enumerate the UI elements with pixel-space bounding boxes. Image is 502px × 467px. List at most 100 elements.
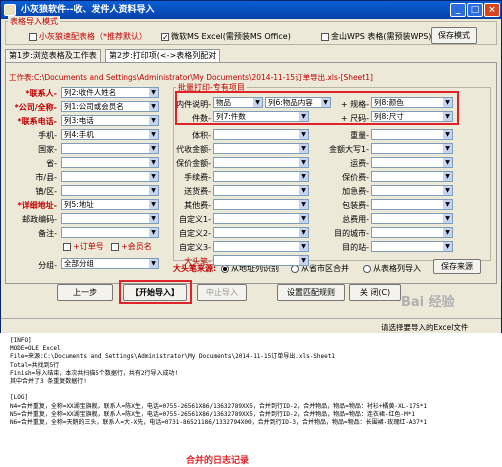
mode-option-3[interactable]: 金山WPS 表格(需预装WPS) [321,31,431,42]
chevron-down-icon[interactable]: ▼ [443,214,452,223]
extra-select[interactable]: ▼ [371,185,453,196]
chevron-down-icon[interactable]: ▼ [443,144,452,153]
fee-select[interactable]: ▼ [213,129,309,140]
extra-select[interactable]: ▼ [371,143,453,154]
log-line: File=来源:C:\Documents and Settings\Admini… [10,353,335,361]
chevron-down-icon[interactable]: ▼ [149,88,158,97]
extra-select[interactable]: ▼ [371,213,453,224]
field-select[interactable]: 列5:地址 ▼ [61,199,159,210]
checkbox-icon[interactable] [63,242,71,251]
chevron-down-icon[interactable]: ▼ [149,200,158,209]
checkbox-checked-icon[interactable] [161,32,169,41]
fee-select[interactable]: ▼ [213,171,309,182]
chevron-down-icon[interactable]: ▼ [299,158,308,167]
fee-select[interactable]: ▼ [213,143,309,154]
chevron-down-icon[interactable]: ▼ [149,259,158,268]
fee-label: 自定义3- [179,243,211,252]
field-select[interactable]: 列3:电话 ▼ [61,115,159,126]
field-select[interactable]: ▼ [61,227,159,238]
chevron-down-icon[interactable]: ▼ [149,214,158,223]
start-import-button[interactable]: 【开始导入】 [123,284,187,301]
close-window-button[interactable]: × [484,3,500,17]
extra-select[interactable]: ▼ [371,199,453,210]
chevron-down-icon[interactable]: ▼ [443,130,452,139]
chevron-down-icon[interactable]: ▼ [443,186,452,195]
fee-select[interactable]: ▼ [213,185,309,196]
chevron-down-icon[interactable]: ▼ [299,256,308,265]
chevron-down-icon[interactable]: ▼ [299,130,308,139]
tab-step2[interactable]: 第2步:打印项(<->表格列配对 [105,49,221,62]
field-select[interactable]: ▼ [61,213,159,224]
chevron-down-icon[interactable]: ▼ [149,116,158,125]
save-source-button[interactable]: 保存来源 [433,259,481,274]
group-select[interactable]: 全部分组 ▼ [61,258,159,269]
checkbox-icon[interactable] [321,32,329,41]
minimize-button[interactable]: _ [450,3,466,17]
chevron-down-icon[interactable]: ▼ [299,144,308,153]
field-select[interactable]: ▼ [61,171,159,182]
chevron-down-icon[interactable]: ▼ [149,186,158,195]
chevron-down-icon[interactable]: ▼ [299,200,308,209]
chevron-down-icon[interactable]: ▼ [443,98,452,107]
add-order-no-check[interactable]: +订单号 [63,241,104,252]
prev-button[interactable]: 上一步 [57,284,113,301]
chevron-down-icon[interactable]: ▼ [443,172,452,181]
chevron-down-icon[interactable]: ▼ [299,112,308,121]
chevron-down-icon[interactable]: ▼ [443,200,452,209]
chevron-down-icon[interactable]: ▼ [149,228,158,237]
extra-select[interactable]: ▼ [371,171,453,182]
source-column[interactable]: 从表格列导入 [363,263,421,274]
checkbox-icon[interactable] [111,242,119,251]
fee-select[interactable]: ▼ [213,241,309,252]
fee-select[interactable]: ▼ [213,157,309,168]
chevron-down-icon[interactable]: ▼ [149,144,158,153]
tab-step1[interactable]: 第1步:浏览表格及工作表 [5,49,101,62]
field-select[interactable]: ▼ [61,143,159,154]
chevron-down-icon[interactable]: ▼ [149,102,158,111]
close-button[interactable]: 关 闭(C) [349,284,401,301]
chevron-down-icon[interactable]: ▼ [299,214,308,223]
size-select[interactable]: 列8:尺寸 ▼ [371,111,453,122]
fee-select[interactable]: ▼ [213,255,309,266]
chevron-down-icon[interactable]: ▼ [299,186,308,195]
set-rules-button[interactable]: 设置匹配规则 [277,284,345,301]
chevron-down-icon[interactable]: ▼ [149,130,158,139]
log-line: [LOG] [10,394,29,402]
fee-select[interactable]: ▼ [213,199,309,210]
radio-icon[interactable] [363,264,371,273]
extra-select[interactable]: ▼ [371,157,453,168]
field-select[interactable]: 列4:手机 ▼ [61,129,159,140]
stop-import-button[interactable]: 中止导入 [197,284,247,301]
fee-select[interactable]: ▼ [213,227,309,238]
fee-label: 保价金额- [176,159,211,168]
extra-select[interactable]: ▼ [371,129,453,140]
chevron-down-icon[interactable]: ▼ [149,158,158,167]
field-select[interactable]: 列2:收件人姓名 ▼ [61,87,159,98]
chevron-down-icon[interactable]: ▼ [253,98,262,107]
mode-option-2[interactable]: 微软MS Excel(需预装MS Office) [161,31,291,42]
save-mode-button[interactable]: 保存模式 [431,27,477,44]
extra-label: 总费用- [342,215,369,224]
chevron-down-icon[interactable]: ▼ [443,228,452,237]
field-value: 列3:电话 [64,116,94,125]
chevron-down-icon[interactable]: ▼ [299,242,308,251]
qty-select[interactable]: 列7:件数 ▼ [213,111,309,122]
field-select[interactable]: ▼ [61,157,159,168]
maximize-button[interactable]: □ [467,3,483,17]
add-member-check[interactable]: +会员名 [111,241,152,252]
checkbox-icon[interactable] [29,32,37,41]
field-select[interactable]: ▼ [61,185,159,196]
fee-select[interactable]: ▼ [213,213,309,224]
chevron-down-icon[interactable]: ▼ [149,172,158,181]
chevron-down-icon[interactable]: ▼ [299,172,308,181]
chevron-down-icon[interactable]: ▼ [443,242,452,251]
field-select[interactable]: 列1:公司或会员名 ▼ [61,101,159,112]
chevron-down-icon[interactable]: ▼ [443,112,452,121]
extra-select[interactable]: ▼ [371,241,453,252]
spec-select[interactable]: 列8:颜色 ▼ [371,97,453,108]
item-desc-select-a[interactable]: 物品 ▼ [213,97,263,108]
chevron-down-icon[interactable]: ▼ [299,228,308,237]
chevron-down-icon[interactable]: ▼ [443,158,452,167]
mode-option-1[interactable]: 小灰狼速配表格（*推荐默认） [29,31,147,42]
extra-select[interactable]: ▼ [371,227,453,238]
